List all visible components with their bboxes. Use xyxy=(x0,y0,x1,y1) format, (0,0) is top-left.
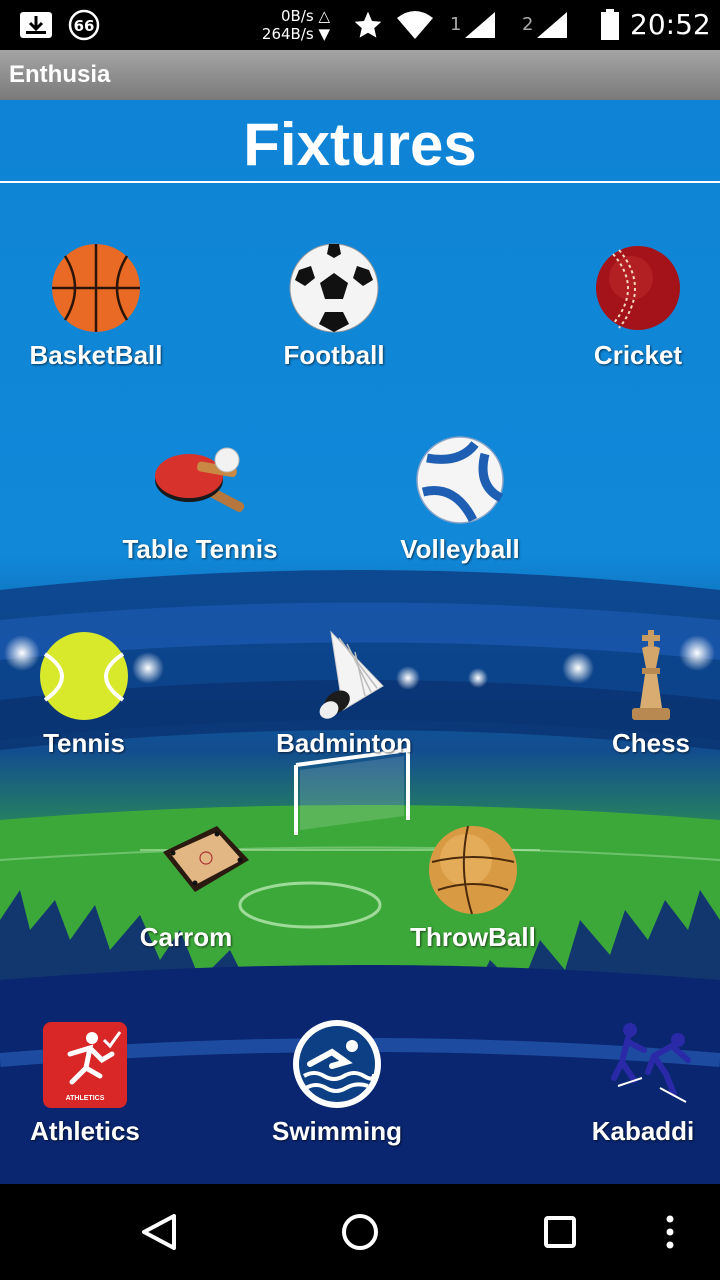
sport-athletics[interactable]: ATHLETICS Athletics xyxy=(0,1016,175,1176)
back-icon[interactable] xyxy=(130,1202,190,1262)
chess-king-icon xyxy=(632,630,670,720)
sport-tennis[interactable]: Tennis xyxy=(0,628,174,788)
sport-chess[interactable]: Chess xyxy=(561,628,720,788)
download-icon xyxy=(18,0,54,50)
notification-count: 66 xyxy=(74,17,95,35)
title-divider xyxy=(0,181,720,183)
sport-swimming[interactable]: Swimming xyxy=(247,1016,427,1176)
app-bar: Enthusia xyxy=(0,50,720,100)
sport-carrom[interactable]: Carrom xyxy=(96,822,276,982)
sport-football[interactable]: Football xyxy=(244,240,424,400)
kabaddi-icon xyxy=(611,1023,691,1103)
sport-label: Table Tennis xyxy=(122,534,278,564)
sport-basketball[interactable]: BasketBall xyxy=(6,240,186,400)
sport-label: BasketBall xyxy=(29,340,163,370)
sport-label: Volleyball xyxy=(400,534,520,564)
net-up: 0B/s △ xyxy=(280,7,330,25)
app-title: Enthusia xyxy=(9,61,111,88)
sport-badminton[interactable]: Badminton xyxy=(254,628,434,788)
athletics-icon: ATHLETICS xyxy=(43,1022,127,1108)
sport-label: Kabaddi xyxy=(591,1116,695,1146)
fixtures-screen[interactable]: Fixtures BasketBall Football Cricket Tab… xyxy=(0,100,720,1184)
net-down: 264B/s ▼ xyxy=(261,25,330,43)
basketball-icon xyxy=(52,244,140,332)
sim1-label: 1 xyxy=(450,14,462,35)
sport-label: Athletics xyxy=(30,1116,140,1146)
sport-kabaddi[interactable]: Kabaddi xyxy=(553,1016,720,1176)
cricket-ball-icon xyxy=(596,246,680,330)
page-title: Fixtures xyxy=(243,111,477,178)
sport-label: Swimming xyxy=(271,1116,402,1146)
overflow-menu-icon[interactable] xyxy=(650,1202,690,1262)
sport-cricket[interactable]: Cricket xyxy=(548,240,720,400)
recents-icon[interactable] xyxy=(530,1202,590,1262)
sport-label: Tennis xyxy=(43,728,125,758)
carrom-board-icon xyxy=(163,826,249,892)
sport-label: Football xyxy=(283,340,385,370)
star-icon xyxy=(350,0,386,50)
sport-throwball[interactable]: ThrowBall xyxy=(383,822,563,982)
svg-text:ATHLETICS: ATHLETICS xyxy=(66,1095,105,1102)
signal-sim1-icon xyxy=(462,0,498,50)
volleyball-icon xyxy=(416,436,504,524)
sport-label: ThrowBall xyxy=(410,922,536,952)
football-icon xyxy=(289,243,379,333)
status-bar: 66 0B/s △ 264B/s ▼ 1 2 20:52 xyxy=(0,0,720,50)
sport-volleyball[interactable]: Volleyball xyxy=(370,434,550,594)
notification-count-icon: 66 xyxy=(66,0,102,50)
home-icon[interactable] xyxy=(330,1202,390,1262)
sim2-label: 2 xyxy=(522,14,534,35)
shuttlecock-icon xyxy=(319,630,384,719)
sport-label: Cricket xyxy=(593,340,683,370)
clock: 20:52 xyxy=(630,8,711,41)
sport-label: Badminton xyxy=(276,728,412,758)
navigation-bar xyxy=(0,1184,720,1280)
sport-label: Carrom xyxy=(139,922,233,952)
tennis-ball-icon xyxy=(40,632,128,720)
throwball-icon xyxy=(429,825,517,915)
wifi-icon xyxy=(395,0,435,50)
battery-icon xyxy=(596,0,624,50)
sport-table-tennis[interactable]: Table Tennis xyxy=(110,434,290,594)
table-tennis-icon xyxy=(155,447,245,513)
network-speed: 0B/s △ 264B/s ▼ xyxy=(240,7,330,43)
signal-sim2-icon xyxy=(534,0,570,50)
sport-label: Chess xyxy=(611,728,691,758)
swimming-icon xyxy=(293,1020,381,1108)
